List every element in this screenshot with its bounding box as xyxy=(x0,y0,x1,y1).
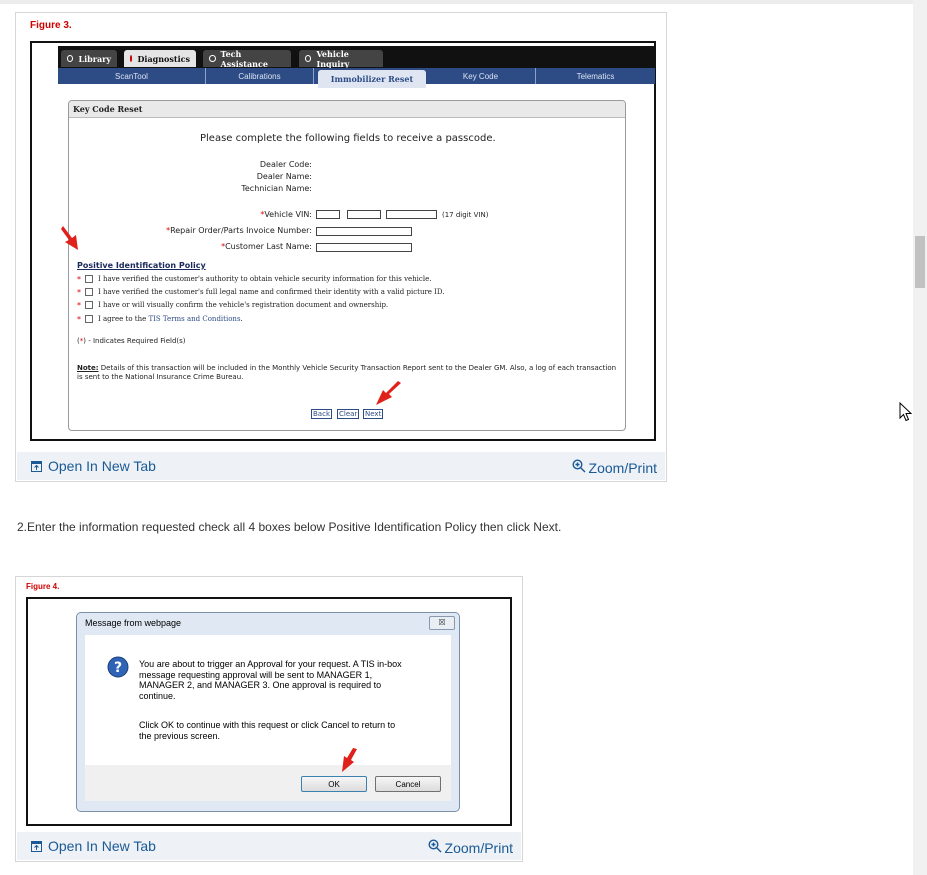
zoom-in-icon xyxy=(428,839,442,853)
dialog-body: ? You are about to trigger an Approval f… xyxy=(85,635,451,765)
cancel-button[interactable]: Cancel xyxy=(375,776,441,792)
page-top-border xyxy=(0,0,913,4)
tab-vehicle-inquiry[interactable]: Vehicle Inquiry xyxy=(299,49,383,69)
svg-text:?: ? xyxy=(114,660,122,676)
vin-input-1[interactable] xyxy=(316,210,340,219)
figure-3-label: Figure 3. xyxy=(30,20,72,31)
figure-3-footer: Open In New Tab Zoom/Print xyxy=(17,452,665,480)
question-icon: ? xyxy=(107,656,129,678)
message-paragraph-1: You are about to trigger an Approval for… xyxy=(139,659,402,701)
figure-4-screenshot: Message from webpage ☒ ? You are about t… xyxy=(26,597,512,826)
panel-title: Key Code Reset xyxy=(69,101,625,118)
subtab-immobilizer-reset[interactable]: Immobilizer Reset xyxy=(318,70,426,88)
red-arrow-icon xyxy=(376,381,401,405)
open-in-new-tab-link[interactable]: Open In New Tab xyxy=(31,458,156,474)
terms-link[interactable]: TIS Terms and Conditions xyxy=(148,315,240,323)
sub-tab-bar: ScanTool Calibrations Immobilizer Reset … xyxy=(58,68,655,88)
new-tab-icon xyxy=(31,840,42,852)
clear-button[interactable]: Clear xyxy=(337,409,360,419)
subtab-key-code[interactable]: Key Code xyxy=(426,68,536,84)
radio-icon xyxy=(209,55,216,62)
policy-checkbox-1[interactable] xyxy=(85,275,93,283)
radio-selected-icon xyxy=(130,55,133,62)
repair-order-input[interactable] xyxy=(316,227,412,236)
close-icon[interactable]: ☒ xyxy=(429,616,455,630)
vin-hint: (17 digit VIN) xyxy=(442,211,489,219)
key-code-reset-panel: Key Code Reset Please complete the follo… xyxy=(68,100,626,431)
next-button[interactable]: Next xyxy=(363,409,384,419)
scrollbar-thumb[interactable] xyxy=(915,236,925,288)
zoom-print-link[interactable]: Zoom/Print xyxy=(572,456,657,476)
policy-title: Positive Identification Policy xyxy=(77,261,206,270)
message-dialog: Message from webpage ☒ ? You are about t… xyxy=(76,612,460,812)
open-in-new-tab-link[interactable]: Open In New Tab xyxy=(31,838,156,854)
subtab-calibrations[interactable]: Calibrations xyxy=(206,68,314,84)
policy-checkbox-4[interactable] xyxy=(85,315,93,323)
ok-button[interactable]: OK xyxy=(301,776,367,792)
customer-last-name-label: *Customer Last Name: xyxy=(221,242,312,251)
radio-icon xyxy=(305,55,312,62)
policy-checkbox-3[interactable] xyxy=(85,301,93,309)
figure-3-screenshot: Library Diagnostics Tech Assistance Vehi… xyxy=(30,41,656,441)
subtab-telematics[interactable]: Telematics xyxy=(536,68,655,84)
figure-4-label: Figure 4. xyxy=(26,582,60,591)
mouse-pointer-icon xyxy=(899,402,913,422)
policy-checkbox-2[interactable] xyxy=(85,288,93,296)
new-tab-icon xyxy=(31,460,42,472)
dialog-title: Message from webpage xyxy=(85,618,182,628)
red-arrow-icon xyxy=(61,226,78,250)
back-button[interactable]: Back xyxy=(311,409,332,419)
step-2-instruction: 2.Enter the information requested check … xyxy=(17,520,562,534)
note-text: Note: Details of this transaction will b… xyxy=(77,364,617,381)
required-note: (*) - Indicates Required Field(s) xyxy=(77,337,186,345)
dealer-code-label: Dealer Code: xyxy=(259,160,312,169)
repair-order-label: *Repair Order/Parts Invoice Number: xyxy=(166,226,312,235)
dialog-button-row: OK Cancel xyxy=(85,765,451,801)
customer-last-name-input[interactable] xyxy=(316,243,412,252)
figure-3-container: Figure 3. Library Diagnostics Tech Assis… xyxy=(15,12,667,482)
intro-text: Please complete the following fields to … xyxy=(200,133,496,144)
figure-4-container: Figure 4. Message from webpage ☒ ? You a… xyxy=(15,576,523,862)
vin-input-2[interactable] xyxy=(347,210,381,219)
tab-tech-assistance[interactable]: Tech Assistance xyxy=(203,49,291,69)
zoom-print-link[interactable]: Zoom/Print xyxy=(428,836,513,856)
top-tab-bar: Library Diagnostics Tech Assistance Vehi… xyxy=(58,46,655,69)
vin-label: *Vehicle VIN: xyxy=(260,210,312,219)
tab-diagnostics[interactable]: Diagnostics xyxy=(124,50,196,67)
tab-library[interactable]: Library xyxy=(61,50,117,67)
dealer-name-label: Dealer Name: xyxy=(256,172,312,181)
message-paragraph-2: Click OK to continue with this request o… xyxy=(139,720,396,741)
radio-icon xyxy=(67,55,74,62)
red-arrow-icon xyxy=(342,748,357,772)
technician-name-label: Technician Name: xyxy=(241,184,312,193)
page-scrollbar[interactable] xyxy=(913,0,927,875)
zoom-in-icon xyxy=(572,459,586,473)
figure-4-footer: Open In New Tab Zoom/Print xyxy=(17,832,521,860)
vin-input-3[interactable] xyxy=(386,210,437,219)
subtab-scantool[interactable]: ScanTool xyxy=(58,68,206,84)
